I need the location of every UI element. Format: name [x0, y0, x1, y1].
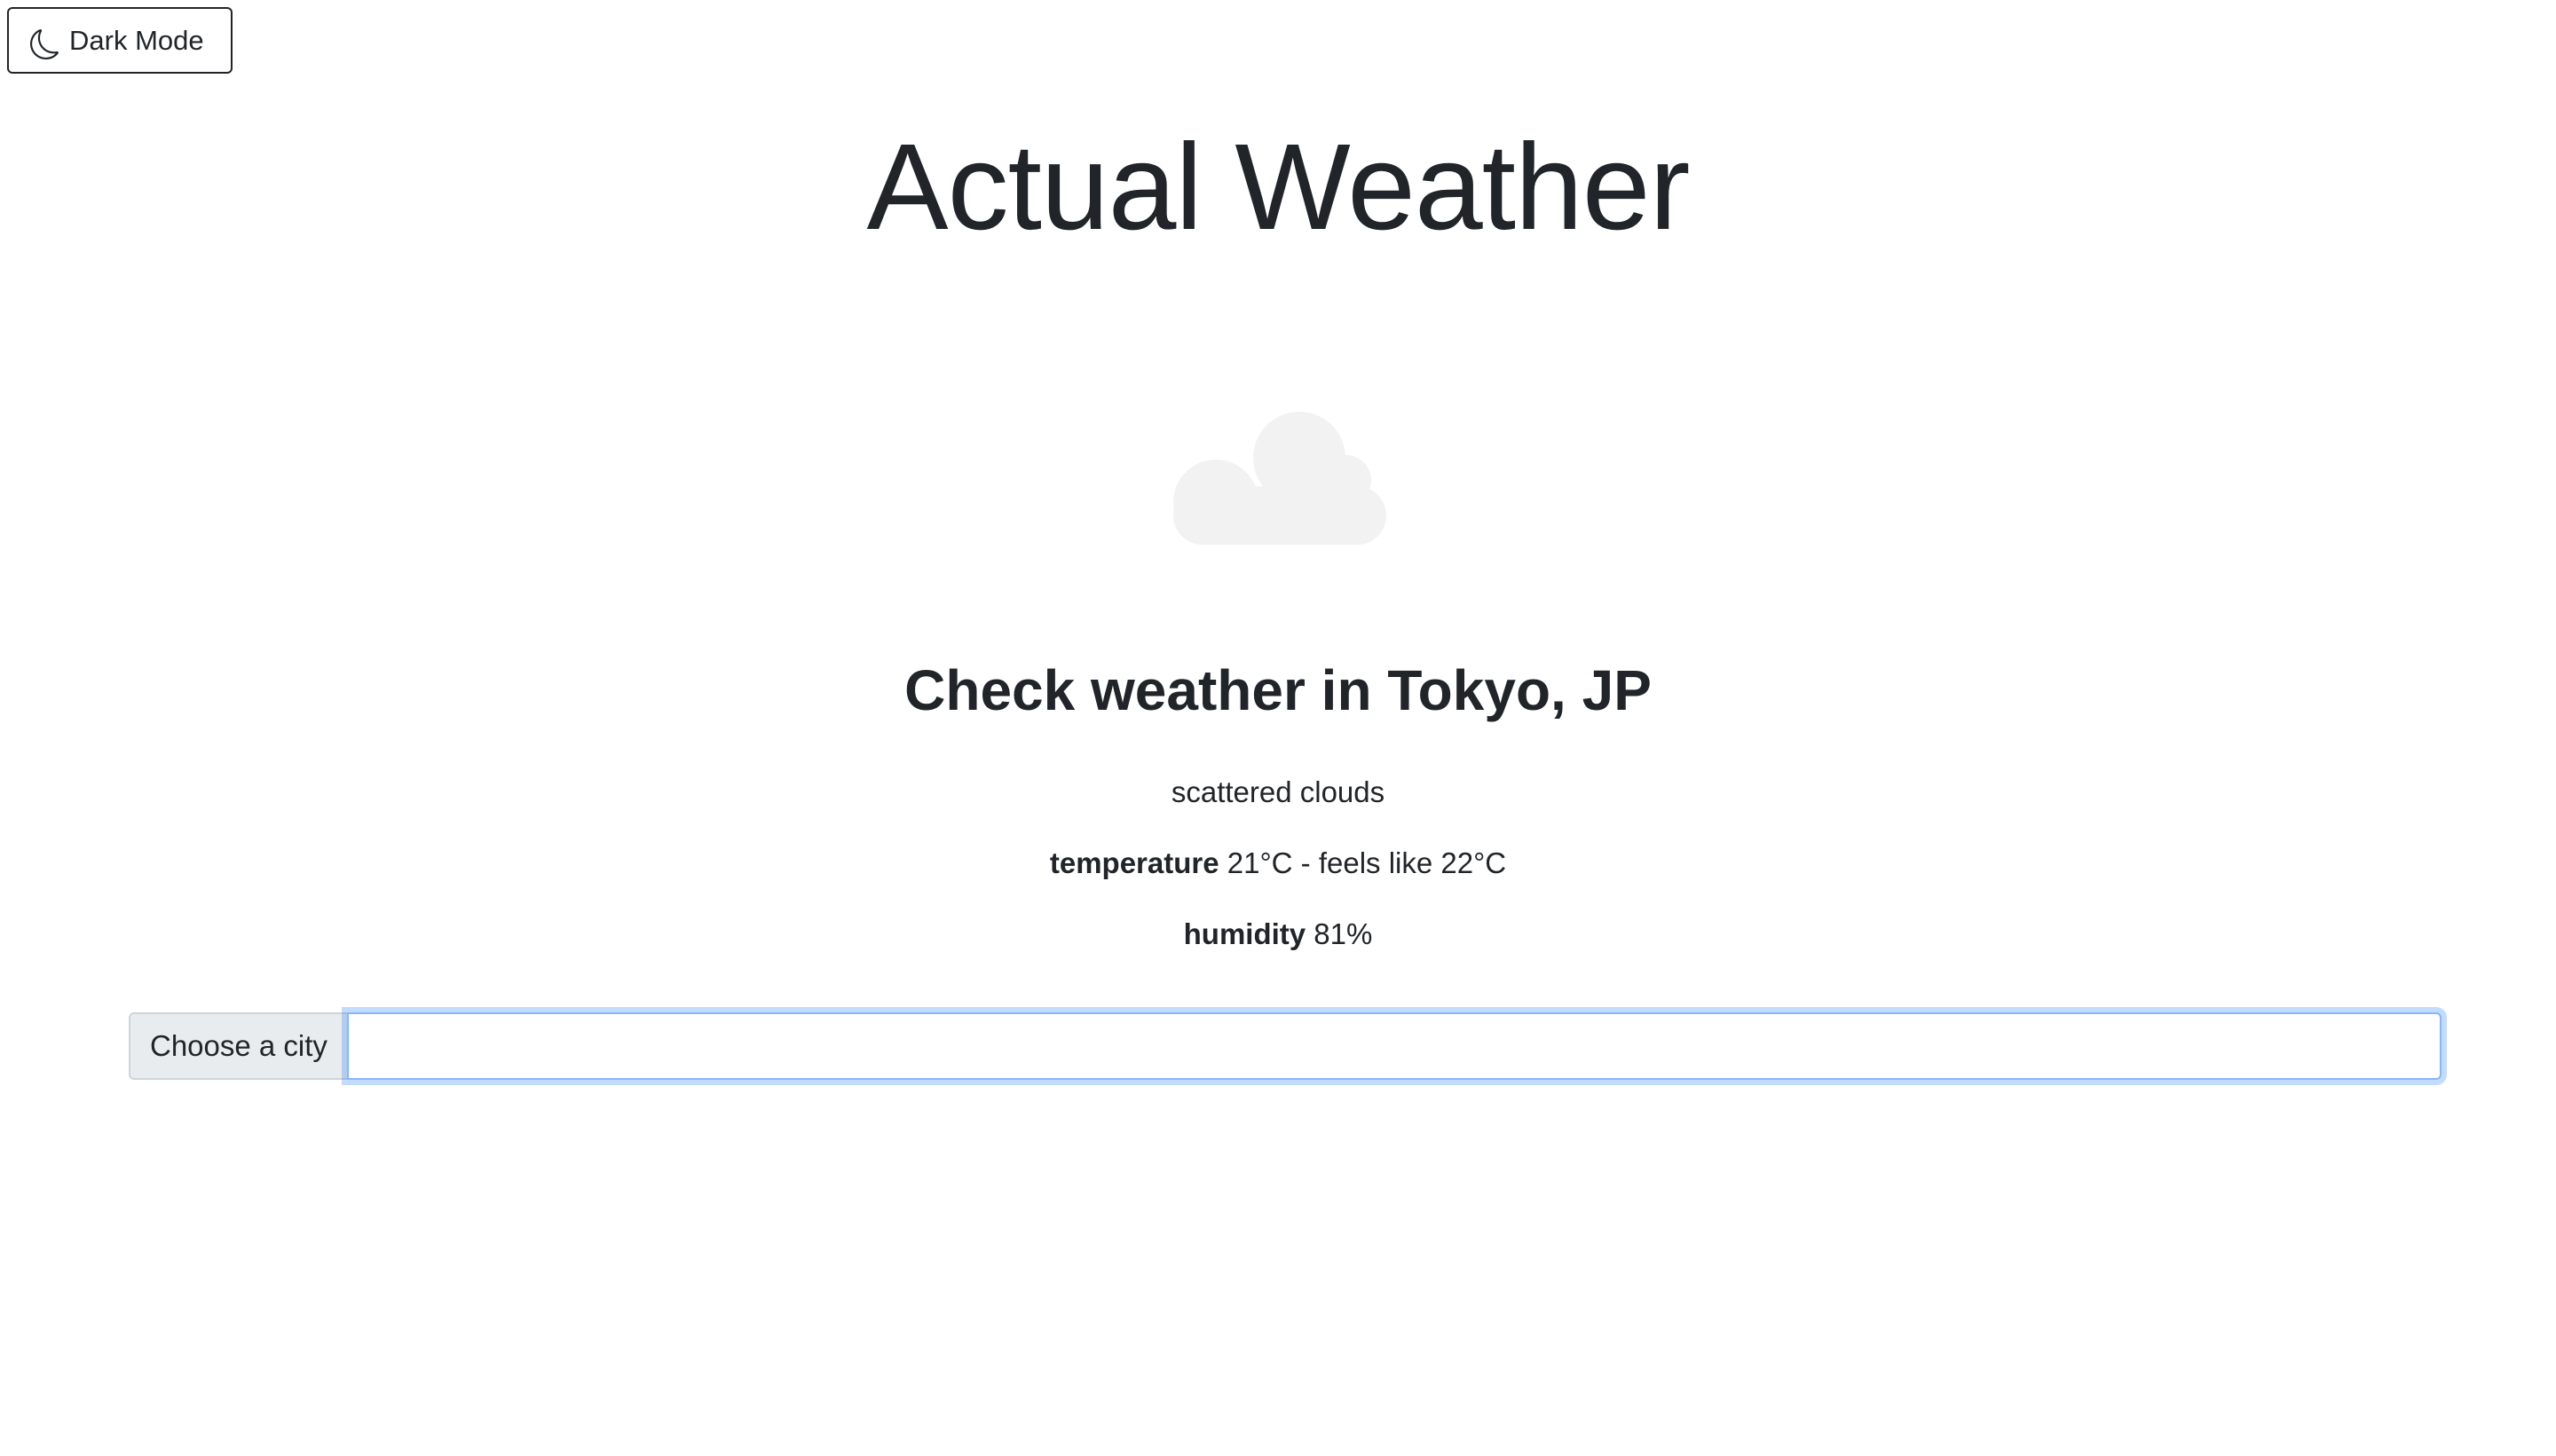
- choose-city-label: Choose a city: [129, 1012, 347, 1080]
- city-input-group: Choose a city: [129, 1012, 2442, 1080]
- dark-mode-label: Dark Mode: [69, 24, 204, 56]
- moon-icon: [30, 28, 60, 59]
- temperature-line: temperature 21°C - feels like 22°C: [0, 848, 2556, 878]
- humidity-value: 81%: [1314, 917, 1373, 950]
- humidity-line: humidity 81%: [0, 919, 2556, 948]
- city-input[interactable]: [346, 1012, 2442, 1080]
- dark-mode-button[interactable]: Dark Mode: [7, 7, 233, 74]
- cloud-icon: [1172, 410, 1393, 552]
- temperature-value: 21°C - feels like 22°C: [1227, 846, 1507, 879]
- temperature-label: temperature: [1049, 846, 1219, 879]
- weather-heading: Check weather in Tokyo, JP: [904, 658, 1652, 722]
- humidity-label: humidity: [1183, 917, 1306, 950]
- weather-description: scattered clouds: [1171, 775, 1385, 808]
- page-title: Actual Weather: [866, 119, 1691, 256]
